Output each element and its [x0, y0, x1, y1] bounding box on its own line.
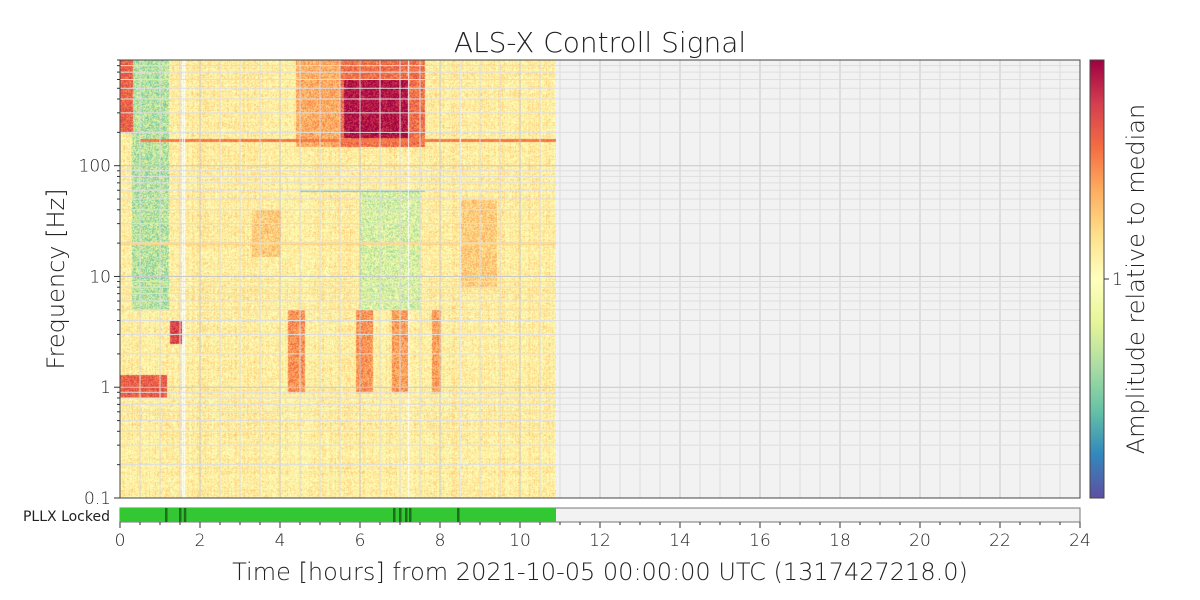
x-tick-label: 6	[355, 531, 366, 551]
segment-label: PLLX Locked	[23, 509, 110, 525]
colorbar-label: Amplitude relative to median	[1122, 104, 1150, 454]
y-tick-label: 0.1	[84, 489, 111, 509]
x-tick-label: 4	[275, 531, 286, 551]
segment-gap	[399, 508, 402, 522]
x-tick-label: 2	[195, 531, 206, 551]
x-tick-label: 10	[509, 531, 531, 551]
x-tick-label: 16	[749, 531, 771, 551]
x-tick-label: 22	[989, 531, 1011, 551]
x-tick-label: 14	[669, 531, 691, 551]
chart-title: ALS-X Controll Signal	[454, 26, 746, 59]
segment-gap	[165, 508, 168, 522]
colorbar-gradient	[1089, 59, 1105, 499]
segment-gap	[457, 508, 460, 522]
y-tick-label: 10	[89, 267, 111, 287]
x-tick-label: 0	[115, 531, 126, 551]
x-axis-ticks: 0 2 4 6 8 10 12 14 16 18 20 22 24	[115, 522, 1091, 551]
colorbar-ticks: 1	[1104, 270, 1123, 290]
spectrogram-figure: ALS-X Controll Signal 0.1110100 Frequenc…	[23, 26, 1150, 586]
y-axis-ticks: 0.1 1 10 100	[79, 59, 120, 509]
spectrogram-heatmap	[120, 60, 556, 498]
x-tick-label: 18	[829, 531, 851, 551]
x-tick-label: 12	[589, 531, 611, 551]
segment-gap	[393, 508, 396, 522]
y-axis-label: Frequency [Hz]	[42, 189, 70, 370]
segment-bar: PLLX Locked	[23, 507, 1081, 525]
segment-marks	[120, 508, 556, 522]
x-axis-label: Time [hours] from 2021-10-05 00:00:00 UT…	[232, 558, 968, 586]
segment-gap	[183, 508, 187, 522]
colorbar: 1 Amplitude relative to median	[1089, 59, 1150, 499]
x-tick-label: 24	[1069, 531, 1091, 551]
x-tick-label: 20	[909, 531, 931, 551]
y-tick-label: 1	[100, 378, 111, 398]
segment-gap	[405, 508, 408, 522]
segment-gap	[409, 508, 412, 522]
y-tick-label: 100	[79, 157, 111, 177]
segment-gap	[179, 508, 182, 522]
x-tick-label: 8	[435, 531, 446, 551]
spectrogram-plot: 0.1 1 10 100	[79, 59, 1081, 509]
